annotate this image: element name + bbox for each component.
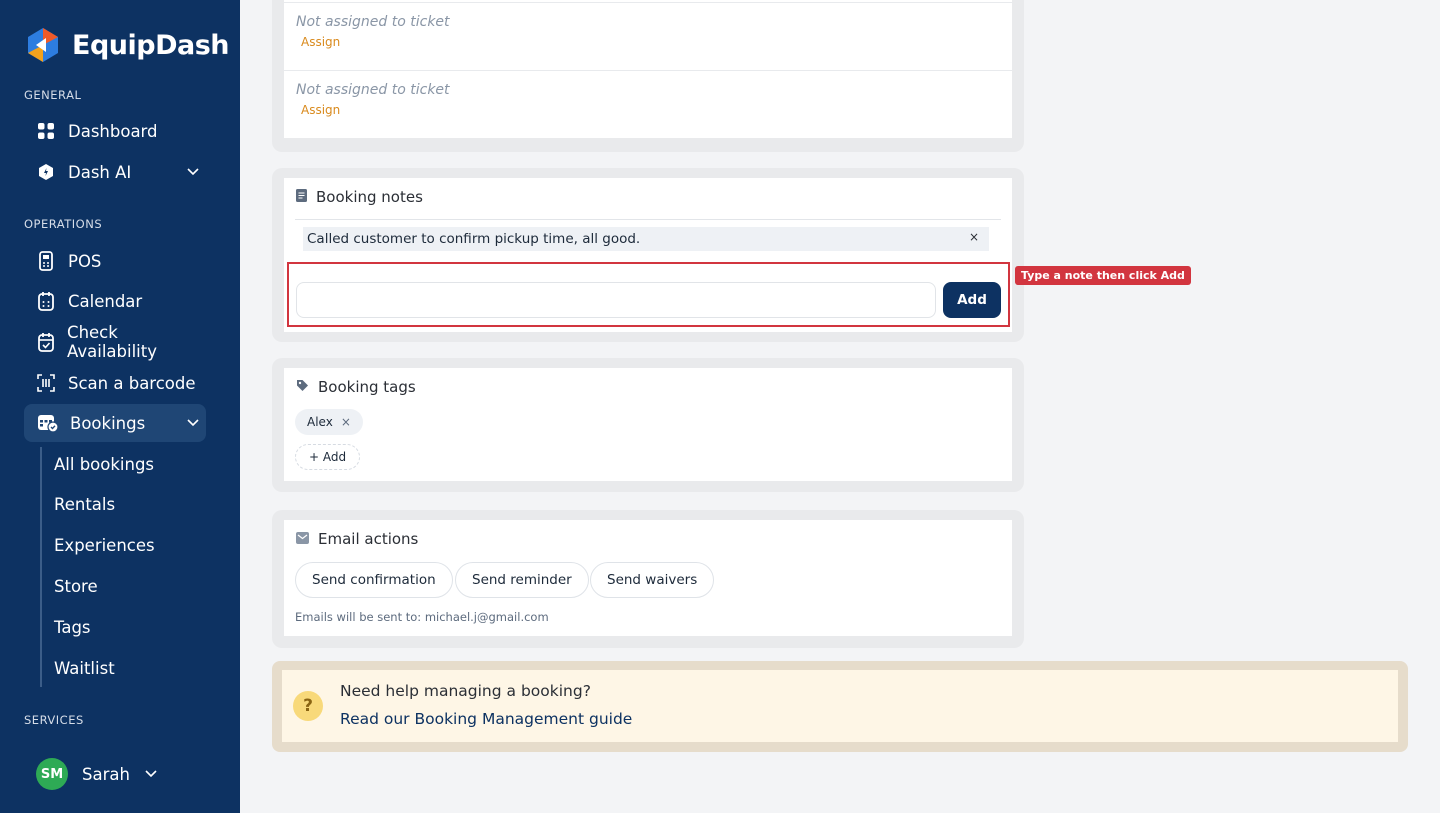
add-tag-button[interactable]: + Add	[295, 444, 361, 470]
booking-tags-title: Booking tags	[318, 378, 416, 396]
sidebar: EquipDash GENERAL Dashboard Dash AI OPER…	[0, 0, 240, 813]
ticket-status: Not assigned to ticket	[296, 82, 450, 98]
booking-notes-header: Booking notes	[296, 188, 423, 206]
section-services: SERVICES	[24, 713, 84, 727]
nav-scan-barcode[interactable]: Scan a barcode	[24, 364, 206, 402]
tag-chip: Alex ×	[295, 409, 363, 435]
nav-pos-label: POS	[68, 251, 102, 271]
barcode-scan-icon	[36, 373, 56, 393]
ticket-status: Not assigned to ticket	[296, 14, 450, 30]
chevron-down-icon	[144, 765, 158, 784]
nav-bookings-label: Bookings	[70, 413, 146, 433]
note-item: Called customer to confirm pickup time, …	[303, 227, 989, 251]
booking-tags-header: Booking tags	[296, 378, 416, 396]
envelope-icon	[296, 530, 309, 548]
nav-calendar[interactable]: Calendar	[24, 282, 206, 320]
bookings-calendar-icon	[36, 413, 60, 433]
note-text: Called customer to confirm pickup time, …	[307, 231, 641, 247]
sub-item-tags[interactable]: Tags	[54, 618, 91, 637]
hint-tooltip: Type a note then click Add	[1015, 266, 1191, 285]
ticket-assignment-card: Not assigned to ticket Assign Not assign…	[272, 0, 1024, 152]
nav-calendar-label: Calendar	[68, 291, 143, 311]
nav-pos[interactable]: POS	[24, 242, 206, 280]
help-banner	[282, 670, 1398, 742]
equipdash-logo-icon	[24, 26, 62, 64]
booking-notes-title: Booking notes	[316, 188, 423, 206]
sub-item-store[interactable]: Store	[54, 577, 98, 596]
booking-tags-card: Booking tags	[272, 358, 1024, 492]
calendar-icon	[36, 291, 56, 311]
nav-scan-barcode-label: Scan a barcode	[68, 373, 196, 393]
remove-note-icon[interactable]: ×	[969, 230, 979, 244]
question-icon: ?	[293, 691, 323, 721]
note-icon	[296, 188, 307, 206]
dashboard-icon	[36, 121, 56, 141]
nav-dashboard[interactable]: Dashboard	[24, 112, 206, 150]
brand-name: EquipDash	[72, 29, 230, 61]
tag-icon	[296, 378, 309, 396]
avatar: SM	[36, 758, 68, 790]
assign-link[interactable]: Assign	[301, 35, 340, 49]
send-reminder-button[interactable]: Send reminder	[455, 562, 589, 598]
ai-shield-icon	[36, 162, 56, 182]
assign-link[interactable]: Assign	[301, 103, 340, 117]
email-recipient-note: Emails will be sent to: michael.j@gmail.…	[295, 610, 549, 624]
send-waivers-button[interactable]: Send waivers	[590, 562, 715, 598]
highlight-outline	[287, 262, 1010, 327]
email-actions-title: Email actions	[318, 530, 419, 548]
submenu-rail	[40, 447, 42, 687]
send-confirmation-button[interactable]: Send confirmation	[295, 562, 453, 598]
nav-dashboard-label: Dashboard	[68, 121, 158, 141]
divider	[284, 2, 1012, 3]
sub-item-rentals[interactable]: Rentals	[54, 495, 115, 514]
section-general: GENERAL	[24, 88, 82, 102]
pos-terminal-icon	[36, 251, 56, 271]
nav-dash-ai-label: Dash AI	[68, 162, 132, 182]
section-operations: OPERATIONS	[24, 217, 103, 231]
chevron-down-icon	[186, 415, 200, 434]
logo[interactable]: EquipDash	[24, 26, 230, 64]
sub-item-experiences[interactable]: Experiences	[54, 536, 155, 555]
divider	[284, 70, 1012, 71]
calendar-check-icon	[36, 332, 55, 352]
remove-tag-icon[interactable]: ×	[341, 415, 351, 429]
sub-item-all-bookings[interactable]: All bookings	[54, 455, 154, 474]
nav-bookings[interactable]: Bookings	[24, 404, 206, 442]
nav-check-availability[interactable]: Check Availability	[24, 323, 206, 361]
divider	[295, 219, 1001, 220]
user-name: Sarah	[82, 764, 130, 784]
booking-guide-link[interactable]: Read our Booking Management guide	[340, 710, 632, 728]
help-question: Need help managing a booking?	[340, 682, 591, 700]
nav-check-availability-label: Check Availability	[67, 323, 157, 361]
chevron-down-icon	[186, 164, 200, 183]
nav-dash-ai[interactable]: Dash AI	[24, 153, 206, 191]
user-menu[interactable]: SM Sarah	[36, 758, 158, 790]
email-actions-header: Email actions	[296, 530, 418, 548]
tag-label: Alex	[307, 415, 333, 429]
sub-item-waitlist[interactable]: Waitlist	[54, 659, 115, 678]
